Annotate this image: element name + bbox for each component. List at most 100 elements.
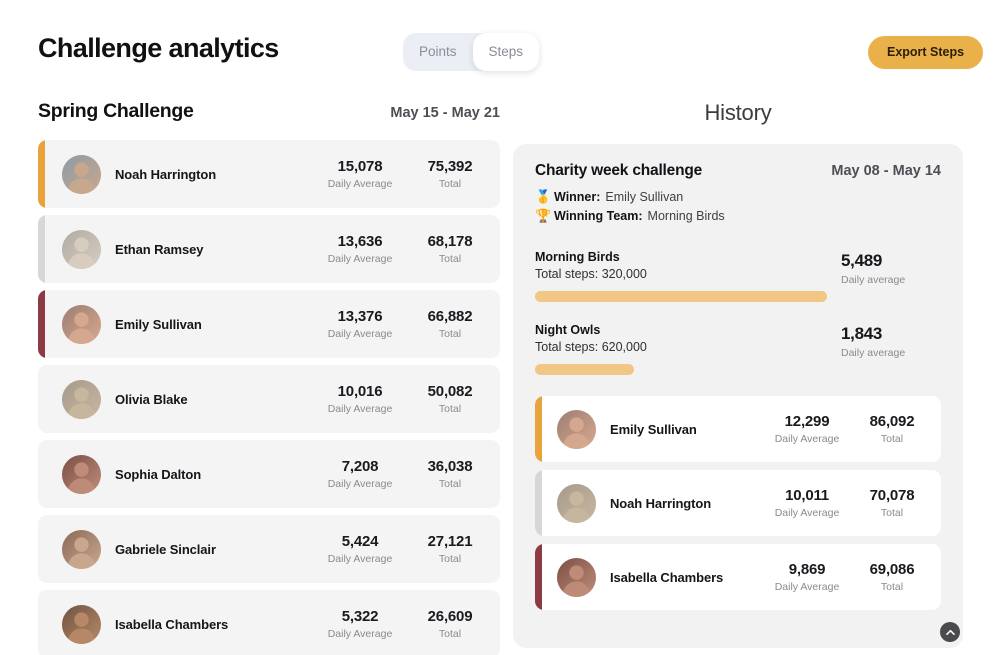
team-progress-track xyxy=(535,291,827,302)
daily-average-stat: 13,636 Daily Average xyxy=(312,233,408,265)
total-label: Total xyxy=(880,507,904,519)
avatar xyxy=(62,604,101,644)
team-info: Morning Birds Total steps: 320,000 xyxy=(535,250,841,302)
table-row[interactable]: Sophia Dalton 7,208 Daily Average 36,038 Tot… xyxy=(38,440,500,508)
table-row[interactable]: Isabella Chambers 9,869 Daily Average 69,08… xyxy=(535,544,941,610)
team-average: 5,489 Daily average xyxy=(841,250,941,286)
daily-average-value: 5,424 xyxy=(341,533,379,550)
member-name: Isabella Chambers xyxy=(610,569,724,585)
spring-challenge-panel: Spring Challenge May 15 - May 21 Noah Ha… xyxy=(38,100,500,655)
total-value: 26,609 xyxy=(427,608,473,625)
team-progress-item: Night Owls Total steps: 620,000 1,843 Daily… xyxy=(535,323,941,375)
rank-indicator xyxy=(535,470,542,536)
avatar xyxy=(62,529,101,569)
total-stat: 26,609 Total xyxy=(408,608,492,640)
daily-average-stat: 5,424 Daily Average xyxy=(312,533,408,565)
total-stat: 75,392 Total xyxy=(408,158,492,190)
metric-toggle[interactable]: Points Steps xyxy=(403,33,540,71)
team-progress-track xyxy=(535,364,827,375)
winner-label: Winner: xyxy=(554,190,601,204)
daily-average-label: Daily Average xyxy=(327,178,393,190)
table-row[interactable]: Olivia Blake 10,016 Daily Average 50,082 Tot… xyxy=(38,365,500,433)
spring-challenge-leaderboard: Noah Harrington 15,078 Daily Average 75,392… xyxy=(38,140,500,655)
header: Challenge analytics Points Steps Export … xyxy=(0,0,1000,96)
daily-average-value: 7,208 xyxy=(341,458,379,475)
daily-average-label: Daily Average xyxy=(327,478,393,490)
member-name: Isabella Chambers xyxy=(115,616,229,632)
team-name: Morning Birds xyxy=(535,250,620,264)
table-row[interactable]: Emily Sullivan 12,299 Daily Average 86,092 T… xyxy=(535,396,941,462)
toggle-option-steps[interactable]: Steps xyxy=(472,33,540,71)
table-row[interactable]: Noah Harrington 15,078 Daily Average 75,392… xyxy=(38,140,500,208)
daily-average-stat: 5,322 Daily Average xyxy=(312,608,408,640)
daily-average-label: Daily Average xyxy=(774,433,840,445)
daily-average-label: Daily Average xyxy=(774,507,840,519)
total-value: 36,038 xyxy=(427,458,473,475)
total-value: 86,092 xyxy=(869,413,915,430)
medal-icon: 🥇 xyxy=(535,189,552,204)
winner-line: 🥇 Winner: Emily Sullivan xyxy=(535,189,941,205)
daily-average-label: Daily Average xyxy=(327,403,393,415)
daily-average-label: Daily Average xyxy=(327,553,393,565)
winning-team-value: Morning Birds xyxy=(647,209,725,223)
rank-indicator xyxy=(38,215,45,283)
daily-average-value: 12,299 xyxy=(784,413,830,430)
table-row[interactable]: Ethan Ramsey 13,636 Daily Average 68,178 Tot… xyxy=(38,215,500,283)
daily-average-label: Daily Average xyxy=(327,628,393,640)
spring-challenge-title: Spring Challenge xyxy=(38,100,194,122)
history-card: Charity week challenge May 08 - May 14 🥇… xyxy=(513,144,963,648)
daily-average-stat: 7,208 Daily Average xyxy=(312,458,408,490)
table-row[interactable]: Gabriele Sinclair 5,424 Daily Average 27,12… xyxy=(38,515,500,583)
daily-average-stat: 10,016 Daily Average xyxy=(312,383,408,415)
spring-challenge-header: Spring Challenge May 15 - May 21 xyxy=(38,100,500,123)
history-challenge-header: Charity week challenge May 08 - May 14 xyxy=(535,162,941,180)
page-title: Challenge analytics xyxy=(38,33,279,63)
spring-challenge-date-range: May 15 - May 21 xyxy=(390,105,500,121)
trophy-icon: 🏆 xyxy=(535,208,552,223)
toggle-option-points[interactable]: Points xyxy=(403,33,473,71)
scroll-to-top-button[interactable] xyxy=(940,622,960,642)
total-label: Total xyxy=(438,328,462,340)
daily-average-stat: 10,011 Daily Average xyxy=(761,487,853,519)
avatar xyxy=(62,229,101,269)
member-name: Emily Sullivan xyxy=(115,316,202,332)
avatar xyxy=(62,304,101,344)
total-value: 68,178 xyxy=(427,233,473,250)
member-name: Sophia Dalton xyxy=(115,466,202,482)
total-label: Total xyxy=(438,178,462,190)
total-label: Total xyxy=(880,581,904,593)
total-label: Total xyxy=(438,628,462,640)
member-name: Emily Sullivan xyxy=(610,421,697,437)
total-stat: 68,178 Total xyxy=(408,233,492,265)
table-row[interactable]: Isabella Chambers 5,322 Daily Average 26,60… xyxy=(38,590,500,655)
table-row[interactable]: Noah Harrington 10,011 Daily Average 70,078… xyxy=(535,470,941,536)
total-stat: 86,092 Total xyxy=(853,413,931,445)
total-value: 50,082 xyxy=(427,383,473,400)
total-stat: 69,086 Total xyxy=(853,561,931,593)
total-stat: 66,882 Total xyxy=(408,308,492,340)
daily-average-stat: 15,078 Daily Average xyxy=(312,158,408,190)
chevron-up-icon xyxy=(945,629,955,635)
team-average-value: 1,843 xyxy=(841,324,883,343)
avatar xyxy=(62,454,101,494)
member-name: Olivia Blake xyxy=(115,391,188,407)
challenge-analytics-page: Challenge analytics Points Steps Export … xyxy=(0,0,1000,655)
total-label: Total xyxy=(438,253,462,265)
history-panel: History Charity week challenge May 08 - … xyxy=(513,100,963,648)
team-average-value: 5,489 xyxy=(841,251,883,270)
avatar xyxy=(62,154,101,194)
daily-average-stat: 13,376 Daily Average xyxy=(312,308,408,340)
team-progress-item: Morning Birds Total steps: 320,000 5,489 Da… xyxy=(535,250,941,302)
table-row[interactable]: Emily Sullivan 13,376 Daily Average 66,882 T… xyxy=(38,290,500,358)
winner-value: Emily Sullivan xyxy=(605,190,684,204)
avatar xyxy=(62,379,101,419)
member-name: Gabriele Sinclair xyxy=(115,541,216,557)
export-steps-button[interactable]: Export Steps xyxy=(868,36,984,69)
total-value: 70,078 xyxy=(869,487,915,504)
rank-indicator xyxy=(535,396,542,462)
total-value: 69,086 xyxy=(869,561,915,578)
member-name: Noah Harrington xyxy=(115,166,217,182)
winning-team-label: Winning Team: xyxy=(554,209,643,223)
daily-average-label: Daily Average xyxy=(327,328,393,340)
daily-average-value: 10,011 xyxy=(785,487,829,504)
